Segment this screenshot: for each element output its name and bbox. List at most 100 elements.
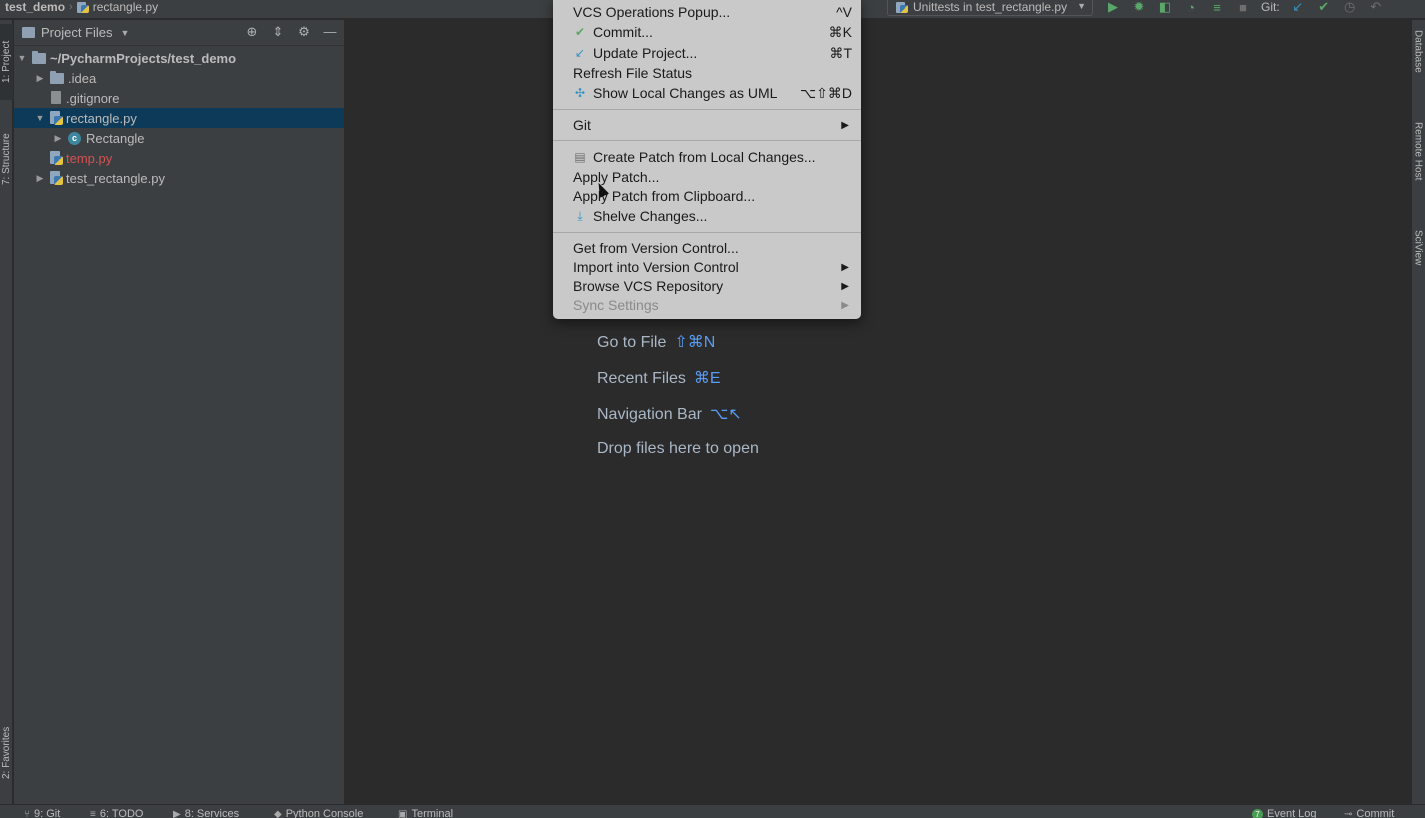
tree-item-label: .gitignore — [66, 90, 120, 106]
menu-item-create-patch[interactable]: ▤ Create Patch from Local Changes... — [553, 147, 861, 167]
collapsed-arrow-icon[interactable]: ▶ — [34, 73, 46, 84]
menu-item-label: Import into Version Control — [573, 259, 739, 275]
menu-item-shelve-changes[interactable]: ⤓ Shelve Changes... — [553, 206, 861, 226]
hint-drop-files: Drop files here to open — [597, 440, 759, 458]
tab-todo-label: 6: TODO — [99, 808, 144, 818]
tree-item-label: temp.py — [66, 150, 113, 166]
tab-project[interactable]: 1: Project — [0, 24, 13, 100]
menu-item-show-local-changes-uml[interactable]: ✣ Show Local Changes as UML ⌥⇧⌘D — [553, 83, 861, 103]
menu-item-commit[interactable]: ✔ Commit... ⌘K — [553, 22, 861, 42]
tab-services[interactable]: ▶ 8: Services — [173, 808, 239, 818]
tab-event-log[interactable]: 7 Event Log — [1252, 808, 1317, 818]
menu-item-label: Get from Version Control... — [573, 240, 739, 256]
hint-go-to-file: Go to File ⇧⌘N — [597, 332, 715, 352]
menu-item-git[interactable]: Git ▶ — [553, 115, 861, 135]
tree-item-gitignore[interactable]: .gitignore — [14, 88, 344, 108]
tool-window-bar: ⑂ 9: Git ≡ 6: TODO ▶ 8: Services ◆ Pytho… — [0, 804, 1425, 818]
hint-label: Drop files here to open — [597, 440, 759, 457]
python-console-icon: ◆ — [274, 808, 282, 818]
chevron-down-icon[interactable]: ▼ — [121, 28, 130, 38]
tree-item-rectangle[interactable]: ▼ rectangle.py — [14, 108, 344, 128]
tab-terminal[interactable]: ▣ Terminal — [398, 808, 453, 818]
menu-item-import-into-vcs[interactable]: Import into Version Control ▶ — [553, 257, 861, 277]
run-icon[interactable]: ▶ — [1105, 0, 1121, 15]
menu-item-label: Git — [573, 117, 591, 133]
menu-separator — [553, 140, 861, 141]
tab-python-console[interactable]: ◆ Python Console — [274, 808, 363, 818]
run-configuration-label: Unittests in test_rectangle.py — [913, 0, 1068, 14]
menu-item-update-project[interactable]: ↙ Update Project... ⌘T — [553, 43, 861, 63]
editor-empty-area[interactable] — [346, 20, 1410, 804]
hint-recent-files: Recent Files ⌘E — [597, 368, 721, 388]
submenu-arrow-icon: ▶ — [841, 261, 849, 273]
history-icon[interactable]: ◷ — [1342, 0, 1358, 15]
breadcrumb: test_demo › rectangle.py — [5, 0, 158, 14]
commit-icon: ⊸ — [1344, 808, 1353, 818]
right-tool-strip: Database Remote Host SciView — [1411, 20, 1425, 804]
hint-label: Go to File — [597, 334, 667, 351]
debug-icon[interactable]: ✹ — [1131, 0, 1147, 15]
project-view-selector[interactable]: Project Files — [41, 25, 113, 40]
breadcrumb-project[interactable]: test_demo — [5, 0, 65, 14]
tab-favorites[interactable]: 2: Favorites — [0, 710, 13, 796]
git-commit-icon[interactable]: ✔ — [1316, 0, 1332, 15]
gear-icon[interactable]: ⚙ — [296, 24, 312, 40]
tab-git-label: 9: Git — [34, 808, 61, 818]
folder-icon — [32, 50, 46, 64]
menu-item-vcs-operations-popup[interactable]: VCS Operations Popup... ^V — [553, 2, 861, 22]
tab-database[interactable]: Database — [1411, 28, 1425, 108]
hint-shortcut: ⌘E — [693, 370, 721, 387]
expanded-arrow-icon[interactable]: ▼ — [16, 53, 28, 63]
stop-icon[interactable]: ■ — [1235, 0, 1251, 15]
concurrency-icon[interactable]: ≡ — [1209, 0, 1225, 15]
tree-item-idea[interactable]: ▶ .idea — [14, 68, 344, 88]
tab-remote-host[interactable]: Remote Host — [1411, 120, 1425, 210]
menu-item-label: Update Project... — [593, 45, 698, 61]
hint-label: Recent Files — [597, 370, 686, 387]
collapsed-arrow-icon[interactable]: ▶ — [34, 173, 46, 184]
event-count-badge: 7 — [1252, 808, 1263, 818]
menu-separator — [553, 109, 861, 110]
tab-structure[interactable]: 7: Structure — [0, 116, 13, 202]
menu-item-get-from-vcs[interactable]: Get from Version Control... — [553, 238, 861, 258]
menu-item-label: VCS Operations Popup... — [573, 4, 731, 20]
tree-item-root[interactable]: ▼ ~/PycharmProjects/test_demo — [14, 48, 344, 68]
expanded-arrow-icon[interactable]: ▼ — [34, 113, 46, 123]
menu-item-browse-vcs-repository[interactable]: Browse VCS Repository ▶ — [553, 276, 861, 296]
update-arrow-icon: ↙ — [574, 46, 586, 60]
project-panel: Project Files ▼ ⊕ ⇕ ⚙ — ▼ ~/PycharmProje… — [14, 20, 345, 804]
run-configuration-select[interactable]: Unittests in test_rectangle.py ▼ — [887, 0, 1093, 16]
menu-separator — [553, 232, 861, 233]
project-panel-tools: ⊕ ⇕ ⚙ — — [244, 24, 338, 40]
locate-icon[interactable]: ⊕ — [244, 24, 260, 40]
hide-icon[interactable]: — — [322, 24, 338, 40]
tab-services-label: 8: Services — [184, 808, 240, 818]
menu-item-refresh-file-status[interactable]: Refresh File Status — [553, 63, 861, 83]
tab-todo[interactable]: ≡ 6: TODO — [90, 808, 143, 818]
tree-item-label: ~/PycharmProjects/test_demo — [50, 50, 237, 66]
tree-item-test-rectangle[interactable]: ▶ test_rectangle.py — [14, 168, 344, 188]
rollback-icon[interactable]: ↶ — [1368, 0, 1384, 15]
profile-icon[interactable]: ◔ — [1183, 0, 1199, 15]
tab-sciview[interactable]: SciView — [1411, 228, 1425, 298]
python-file-icon — [76, 1, 89, 13]
tree-item-rectangle-class[interactable]: ▶ c Rectangle — [14, 128, 344, 148]
tree-item-temp[interactable]: temp.py — [14, 148, 344, 168]
python-file-icon — [50, 171, 63, 185]
coverage-icon[interactable]: ◧ — [1157, 0, 1173, 15]
collapsed-arrow-icon[interactable]: ▶ — [52, 133, 64, 144]
collapse-all-icon[interactable]: ⇕ — [270, 24, 286, 40]
breadcrumb-separator-icon: › — [69, 1, 73, 13]
menu-item-shortcut: ^V — [836, 4, 852, 20]
git-label: Git: — [1261, 0, 1280, 14]
check-icon: ✔ — [574, 25, 586, 39]
breadcrumb-file[interactable]: rectangle.py — [93, 0, 158, 14]
git-update-icon[interactable]: ↙ — [1290, 0, 1306, 15]
tab-sciview-label: SciView — [1412, 230, 1424, 266]
submenu-arrow-icon: ▶ — [841, 299, 849, 311]
tab-git[interactable]: ⑂ 9: Git — [24, 808, 60, 818]
tab-project-label: 1: Project — [1, 40, 12, 84]
menu-item-label: Create Patch from Local Changes... — [593, 149, 816, 165]
tab-commit[interactable]: ⊸ Commit — [1344, 808, 1394, 818]
file-icon — [50, 91, 62, 105]
